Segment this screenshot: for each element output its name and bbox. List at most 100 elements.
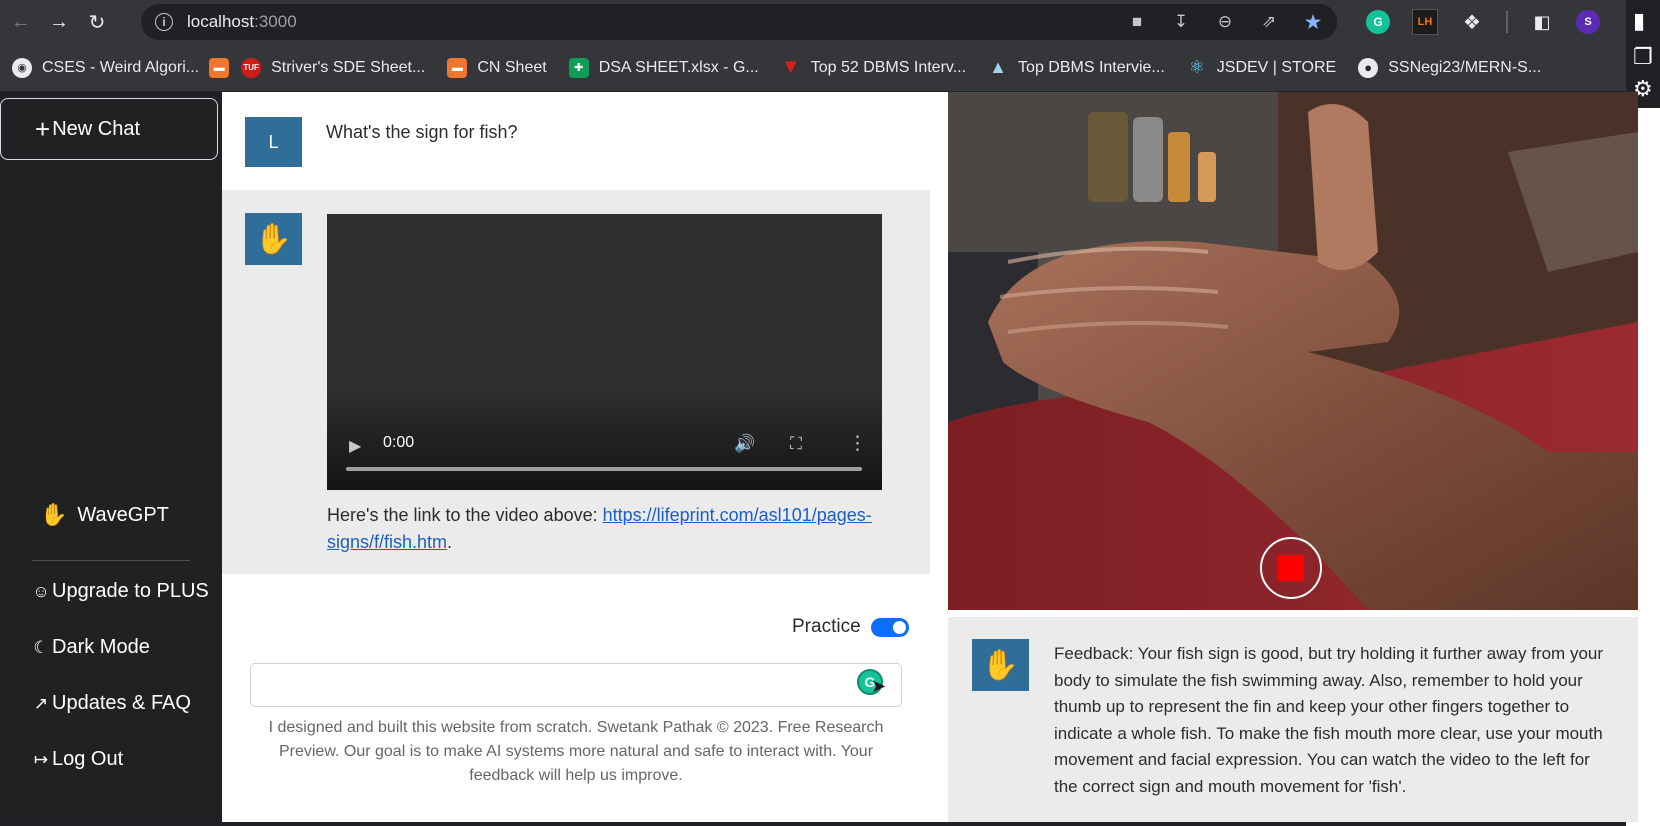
message-input-box: G ➤ [250,663,902,707]
bot-message-text: Here's the link to the video above: http… [327,502,887,556]
sidebar-item-label: Log Out [52,748,124,770]
sidebar-item-upgrade[interactable]: ☺ Upgrade to PLUS [32,580,209,603]
url-text[interactable]: localhost:3000 [187,12,297,32]
bookmark-codingninjas[interactable]: ▬ [209,57,230,78]
record-button[interactable] [1260,537,1322,599]
sidebar-item-label: Updates & FAQ [52,692,191,714]
webcam-feed [948,92,1638,610]
bookmark-label: CSES - Weird Algori... [42,58,200,76]
brand-name: WaveGPT [77,503,169,526]
video-progress-bar[interactable] [346,467,862,471]
play-icon[interactable]: ▶ [349,436,361,456]
globe-icon: ◉ [12,57,32,78]
react-icon: ⚛ [1188,57,1205,77]
address-bar[interactable]: i localhost:3000 ■ ↧ ⊖ ⇗ ★ [141,4,1337,40]
video-camera-icon[interactable]: ▮ [1633,8,1645,34]
practice-toggle[interactable] [870,617,909,637]
bookmark-cses[interactable]: ◉ CSES - Weird Algori... [12,57,200,78]
site-info-icon[interactable]: i [155,13,173,31]
user-message-text: What's the sign for fish? [326,122,518,142]
codingninjas-icon: ▬ [447,57,468,78]
volume-icon[interactable]: 🔊 [734,434,755,454]
webcam-image [948,92,1638,610]
browser-toolbar: ← → ↻ i localhost:3000 ■ ↧ ⊖ ⇗ ★ G LH ❖ … [0,0,1626,44]
user-message: L What's the sign for fish? [222,92,930,190]
stop-icon [1278,555,1304,581]
moon-icon: ☾ [33,637,49,657]
brand: ✋ WaveGPT [40,502,169,528]
sign-video-player[interactable]: ▶ 0:00 🔊 ⛶ ⋮ [327,214,882,490]
sidebar: + New Chat ✋ WaveGPT ☺ Upgrade to PLUS ☾… [0,92,222,822]
video-controls: ▶ 0:00 🔊 ⛶ ⋮ [327,410,882,490]
bookmark-label: Striver's SDE Sheet... [271,58,426,76]
waving-hand-icon: ✋ [245,213,302,265]
camera-in-use-icon[interactable]: ■ [1127,12,1147,32]
tuf-icon: TUF [241,57,262,78]
zoom-icon[interactable]: ⊖ [1215,12,1235,32]
forward-icon[interactable]: → [42,5,76,39]
mountain-icon: ▲ [989,57,1007,77]
send-icon[interactable]: ➤ [871,676,886,697]
bookmark-label: DSA SHEET.xlsx - G... [598,58,759,76]
bot-message: ✋ ▶ 0:00 🔊 ⛶ ⋮ Here's the link to the vi… [222,190,930,574]
external-link-icon: ↗ [33,693,49,713]
sheets-icon: ✚ [568,57,589,78]
new-chat-button[interactable]: + New Chat [0,98,218,160]
video-time: 0:00 [383,434,415,451]
more-options-icon[interactable]: ⋮ [848,432,867,455]
grammarly-extension-icon[interactable]: G [1366,10,1390,34]
sidebar-item-updates[interactable]: ↗ Updates & FAQ [32,692,191,715]
url-port: :3000 [254,12,297,31]
logout-icon: ↦ [33,749,49,769]
reload-icon[interactable]: ↻ [80,5,114,39]
feedback-panel: ✋ Feedback: Your fish sign is good, but … [948,617,1638,822]
bot-text-suffix: . [447,532,453,552]
extensions-puzzle-icon[interactable]: ❖ [1460,10,1484,34]
bookmark-dbms-52[interactable]: ▼ Top 52 DBMS Interv... [780,56,967,78]
user-icon: ☺ [32,581,50,601]
bookmark-label: JSDEV | STORE [1216,58,1337,76]
profile-avatar[interactable]: S [1576,10,1600,34]
sidebar-item-dark-mode[interactable]: ☾ Dark Mode [32,636,150,659]
bookmarks-bar: ◉ CSES - Weird Algori... ▬ TUF Striver's… [0,44,1626,92]
bookmark-label: CN Sheet [477,58,547,76]
bookmark-dsa-sheet[interactable]: ✚ DSA SHEET.xlsx - G... [568,57,759,78]
bookmark-label: Top 52 DBMS Interv... [810,58,967,76]
sidebar-item-label: Dark Mode [52,636,150,658]
new-chat-label: New Chat [52,117,140,140]
bot-text-prefix: Here's the link to the video above: [327,505,603,525]
sidebar-item-label: Upgrade to PLUS [52,580,209,602]
user-avatar: L [245,117,302,167]
sidebar-item-logout[interactable]: ↦ Log Out [32,748,123,771]
fullscreen-icon[interactable]: ⛶ [790,434,802,454]
bookmark-label: SSNegi23/MERN-S... [1388,58,1542,76]
footer-disclaimer: I designed and built this website from s… [268,719,884,784]
sidebar-divider [32,560,190,561]
red-triangle-icon: ▼ [780,56,801,78]
bookmark-jsdev[interactable]: ⚛ JSDEV | STORE [1187,57,1337,78]
toolbar-divider [1506,11,1508,33]
window-bottom-edge [0,822,1626,826]
install-app-icon[interactable]: ↧ [1171,12,1191,32]
bookmark-star-icon[interactable]: ★ [1303,10,1323,35]
bookmark-cn-sheet[interactable]: ▬ CN Sheet [447,57,547,78]
codingninjas-icon: ▬ [209,57,230,78]
practice-label: Practice [792,616,861,637]
side-panel-icon[interactable]: ◧ [1530,10,1554,34]
share-icon[interactable]: ⇗ [1259,12,1279,32]
bookmark-striver[interactable]: TUF Striver's SDE Sheet... [241,57,426,78]
lighthouse-extension-icon[interactable]: LH [1412,9,1438,35]
waving-hand-icon: ✋ [972,639,1029,691]
back-icon[interactable]: ← [4,5,38,39]
bookmark-label: Top DBMS Intervie... [1018,58,1165,76]
message-input[interactable] [251,664,901,706]
plus-icon: + [35,113,51,144]
bookmark-github[interactable]: ● SSNegi23/MERN-S... [1358,57,1542,78]
feedback-text: Feedback: Your fish sign is good, but tr… [1054,644,1604,796]
bookmark-dbms[interactable]: ▲ Top DBMS Intervie... [988,57,1165,78]
chat-area: L What's the sign for fish? ✋ ▶ 0:00 🔊 ⛶… [222,92,948,822]
github-icon: ● [1358,57,1379,78]
waving-hand-icon: ✋ [40,502,68,527]
practice-switch: Practice [792,616,909,638]
windows-icon[interactable]: ❐ [1633,44,1653,70]
